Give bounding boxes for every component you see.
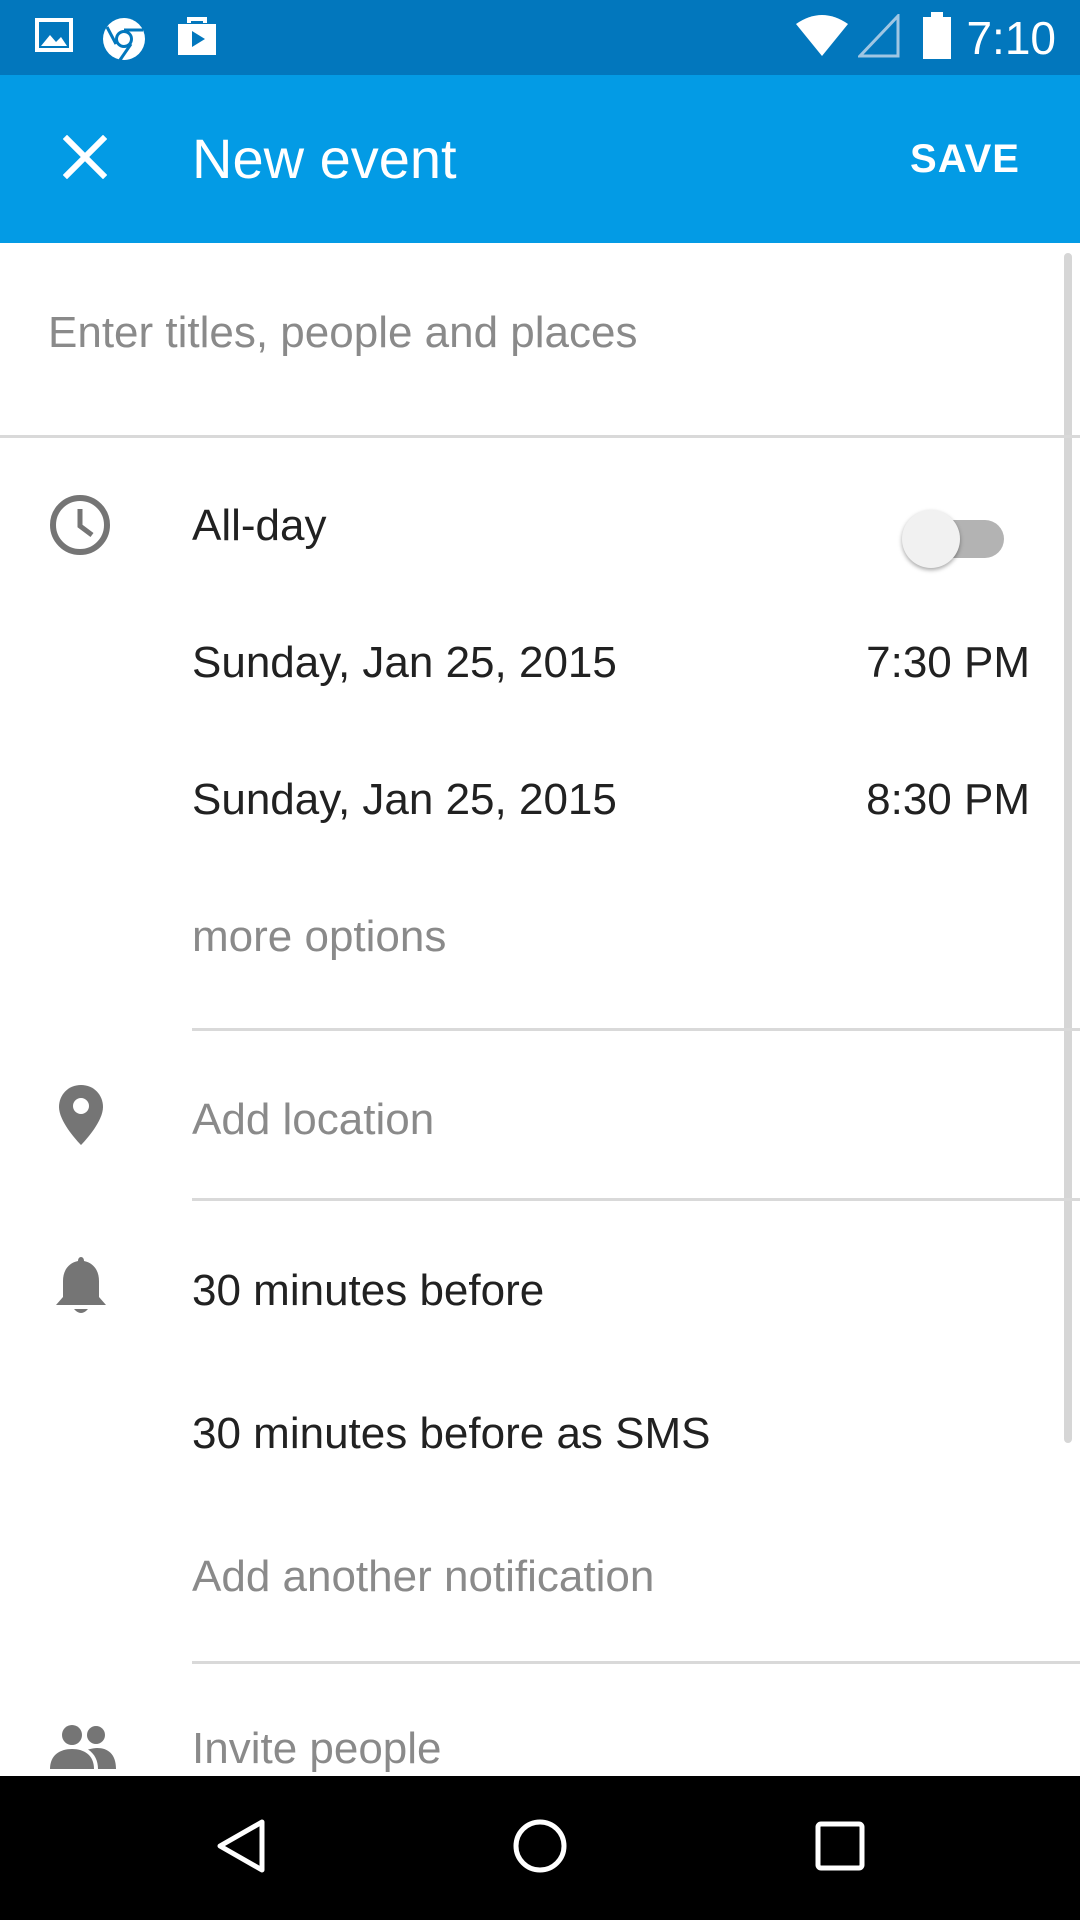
- wifi-icon: [796, 14, 848, 63]
- add-notification-link[interactable]: Add another notification: [192, 1551, 654, 1603]
- end-time[interactable]: 8:30 PM: [866, 774, 1030, 826]
- page-title: New event: [192, 127, 457, 190]
- recents-button[interactable]: [780, 1798, 900, 1898]
- event-title-input[interactable]: [48, 303, 998, 363]
- notification-item[interactable]: 30 minutes before: [192, 1265, 544, 1317]
- invite-people-input[interactable]: Invite people: [192, 1723, 442, 1775]
- home-button[interactable]: [480, 1798, 600, 1898]
- app-bar: New event SAVE: [0, 75, 1080, 243]
- home-icon: [510, 1816, 570, 1881]
- time-divider: [192, 1028, 1080, 1031]
- recents-icon: [810, 1816, 870, 1881]
- back-icon: [210, 1816, 270, 1881]
- location-divider: [192, 1198, 1080, 1201]
- title-divider: [0, 435, 1080, 438]
- clock-icon: [48, 493, 112, 562]
- navigation-bar: [0, 1776, 1080, 1920]
- save-button[interactable]: SAVE: [910, 135, 1020, 183]
- close-icon: [62, 134, 108, 184]
- cell-signal-icon: [856, 12, 900, 63]
- back-button[interactable]: [180, 1798, 300, 1898]
- notification-item[interactable]: 30 minutes before as SMS: [192, 1408, 710, 1460]
- event-form[interactable]: All-day Sunday, Jan 25, 2015 7:30 PM Sun…: [0, 243, 1080, 1776]
- chrome-icon: [100, 15, 148, 68]
- location-pin-icon: [56, 1083, 106, 1152]
- battery-icon: [922, 12, 952, 65]
- bell-icon: [52, 1253, 110, 1322]
- start-date[interactable]: Sunday, Jan 25, 2015: [192, 637, 617, 689]
- all-day-toggle[interactable]: [900, 501, 1010, 571]
- people-icon: [48, 1721, 118, 1776]
- start-time[interactable]: 7:30 PM: [866, 637, 1030, 689]
- close-button[interactable]: [40, 119, 130, 199]
- status-time: 7:10: [966, 12, 1056, 64]
- end-date[interactable]: Sunday, Jan 25, 2015: [192, 774, 617, 826]
- all-day-label: All-day: [192, 501, 327, 550]
- play-store-icon: [175, 15, 219, 64]
- more-options-link[interactable]: more options: [192, 911, 446, 963]
- status-bar: 7:10: [0, 0, 1080, 75]
- add-location-input[interactable]: Add location: [192, 1094, 434, 1146]
- image-icon: [34, 15, 74, 60]
- toggle-thumb: [902, 510, 960, 568]
- notification-divider: [192, 1661, 1080, 1664]
- scrollbar[interactable]: [1064, 253, 1072, 1443]
